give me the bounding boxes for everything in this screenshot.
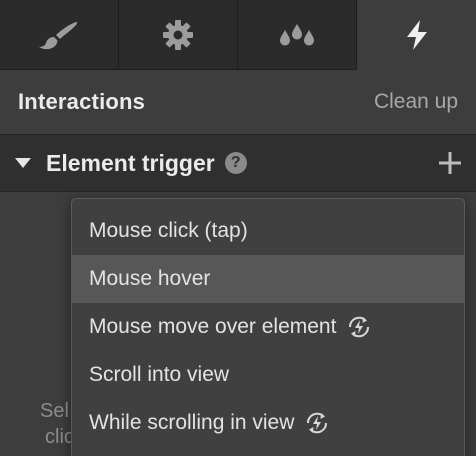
menu-item-label: Mouse move over element (89, 315, 337, 338)
lightning-icon (404, 19, 430, 51)
tab-settings[interactable] (119, 0, 238, 70)
menu-item-mouse-click[interactable]: Mouse click (tap) (72, 207, 464, 255)
tab-color-drops[interactable] (238, 0, 357, 70)
hint-line-2: clic (45, 426, 74, 448)
empty-state-hint: Sel clic (40, 398, 74, 450)
section-title: Interactions (18, 89, 146, 114)
menu-item-while-scrolling[interactable]: While scrolling in view (72, 399, 464, 447)
element-trigger-row[interactable]: Element trigger ? (0, 134, 476, 192)
tab-interactions[interactable] (357, 0, 476, 70)
clean-up-button[interactable]: Clean up (374, 90, 458, 114)
caret-down-icon[interactable] (14, 154, 32, 172)
menu-item-mouse-move[interactable]: Mouse move over element (72, 303, 464, 351)
menu-item-scroll-into-view[interactable]: Scroll into view (72, 351, 464, 399)
menu-item-mouse-hover[interactable]: Mouse hover (72, 255, 464, 303)
interactions-header: Interactions Clean up (0, 70, 476, 134)
lightning-cycle-icon (346, 314, 372, 340)
help-icon[interactable]: ? (224, 152, 247, 174)
gear-icon (162, 19, 194, 51)
element-trigger-title: Element trigger (46, 149, 215, 176)
tab-style[interactable] (0, 0, 119, 70)
trigger-dropdown-menu: Mouse click (tap) Mouse hover Mouse move… (71, 198, 465, 456)
menu-item-label: Mouse hover (89, 267, 211, 290)
menu-item-label: Mouse click (tap) (89, 219, 248, 242)
panel-tab-bar (0, 0, 476, 70)
drops-icon (279, 22, 315, 48)
hint-line-1: Sel (40, 400, 69, 422)
plus-icon[interactable] (438, 151, 462, 175)
menu-item-label: While scrolling in view (89, 411, 295, 434)
brush-icon (37, 20, 81, 50)
menu-item-label: Scroll into view (89, 363, 230, 386)
lightning-cycle-icon (304, 410, 330, 436)
